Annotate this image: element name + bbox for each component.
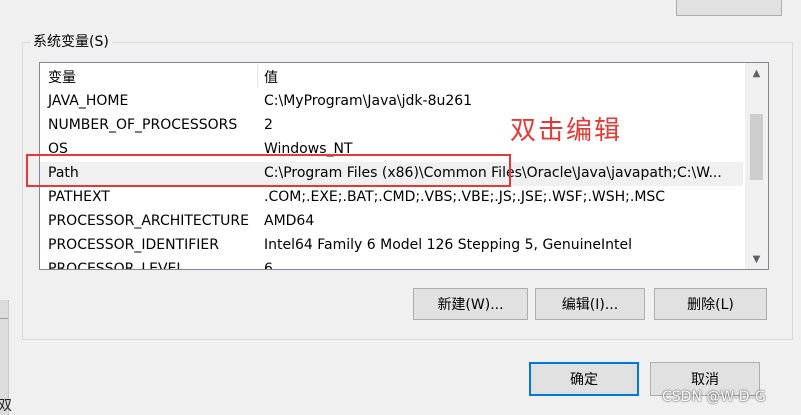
table-row[interactable]: NUMBER_OF_PROCESSORS 2 bbox=[40, 114, 743, 138]
variable-name: NUMBER_OF_PROCESSORS bbox=[48, 117, 238, 133]
ok-button[interactable]: 确定 bbox=[529, 362, 639, 396]
variable-name: JAVA_HOME bbox=[48, 93, 129, 109]
watermark: CSDN @W-D-G bbox=[662, 389, 766, 405]
table-row[interactable]: PROCESSOR_ARCHITECTURE AMD64 bbox=[40, 210, 743, 234]
delete-variable-button[interactable]: 删除(L) bbox=[654, 288, 767, 320]
vertical-scrollbar[interactable]: ▲ ▼ bbox=[745, 63, 768, 269]
column-header-variable[interactable]: 变量 bbox=[48, 67, 76, 87]
column-header-value[interactable]: 值 bbox=[264, 67, 278, 87]
variable-value: 2 bbox=[264, 117, 273, 133]
variable-name: PROCESSOR_ARCHITECTURE bbox=[48, 213, 249, 229]
new-variable-button[interactable]: 新建(W)... bbox=[413, 288, 528, 320]
variable-value: Intel64 Family 6 Model 126 Stepping 5, G… bbox=[264, 237, 633, 253]
variable-value: .COM;.EXE;.BAT;.CMD;.VBS;.VBE;.JS;.JSE;.… bbox=[264, 189, 666, 205]
column-separator[interactable] bbox=[257, 65, 258, 87]
background-window-divider bbox=[0, 318, 8, 319]
scrollbar-thumb[interactable] bbox=[750, 114, 763, 180]
highlight-box bbox=[26, 154, 511, 187]
annotation-text: 双击编辑 bbox=[510, 116, 623, 146]
system-variables-title: 系统变量(S) bbox=[30, 31, 112, 51]
chevron-down-icon[interactable]: ▼ bbox=[745, 249, 768, 269]
edit-variable-button[interactable]: 编辑(I)... bbox=[535, 288, 645, 320]
variable-value: C:\MyProgram\Java\jdk-8u261 bbox=[264, 93, 473, 109]
table-row[interactable]: JAVA_HOME C:\MyProgram\Java\jdk-8u261 bbox=[40, 90, 743, 114]
table-row[interactable]: PATHEXT .COM;.EXE;.BAT;.CMD;.VBS;.VBE;.J… bbox=[40, 186, 743, 210]
table-row[interactable]: PROCESSOR_IDENTIFIER Intel64 Family 6 Mo… bbox=[40, 234, 743, 258]
top-button-fragment[interactable] bbox=[676, 0, 782, 16]
variable-name: PROCESSOR_IDENTIFIER bbox=[48, 237, 219, 253]
list-header: 变量 值 bbox=[40, 63, 743, 89]
variable-name: PATHEXT bbox=[48, 189, 110, 205]
variable-value: 6 bbox=[264, 261, 273, 270]
variable-name: PROCESSOR_LEVEL bbox=[48, 261, 185, 270]
background-window-text: 双 bbox=[0, 398, 12, 414]
variable-value: AMD64 bbox=[264, 213, 315, 229]
table-row[interactable]: PROCESSOR_LEVEL 6 bbox=[40, 258, 743, 270]
chevron-up-icon[interactable]: ▲ bbox=[745, 63, 768, 83]
